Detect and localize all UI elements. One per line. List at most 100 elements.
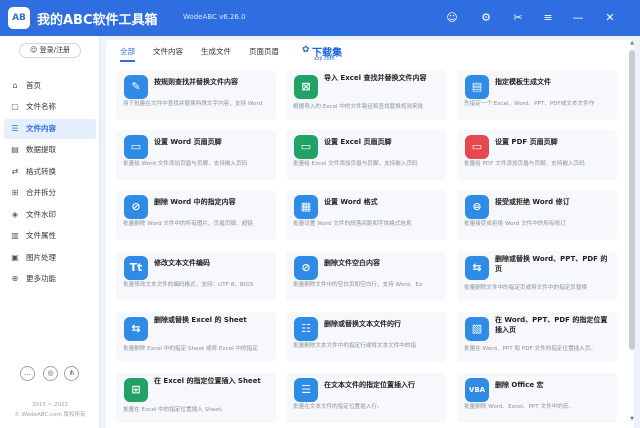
- sidebar-item-label: 图片处理: [26, 252, 56, 262]
- tool-card[interactable]: ⊠ 导入 Excel 查找并替换文件内容 根据导入的 Excel 中的文件路径和查找…: [286, 70, 446, 120]
- tool-card[interactable]: VBA 删除 Office 宏批量删除 Word、Excel、PPT 文件中的宏。: [457, 373, 617, 423]
- sidebar-item-file-attribute[interactable]: ▥ 文件属性: [4, 226, 96, 246]
- tool-card-description: 批量给 Excel 文件添加页眉与页脚，支持嵌入页码: [293, 161, 418, 167]
- text-line-replace-icon: ☷: [294, 317, 318, 341]
- scroll-up-arrow-icon[interactable]: ▲: [628, 40, 636, 48]
- scrollbar[interactable]: ▲ ▼: [628, 40, 636, 428]
- delete-macro-icon: VBA: [465, 378, 489, 402]
- tab-1[interactable]: 文件内容: [153, 40, 183, 64]
- tool-card-description: 批量修改文本文件的编码格式，支持：UTF-8、BIG5: [123, 282, 254, 288]
- tool-card-description: 批量删除文本文件中的指定行或将文本文件中的指: [293, 343, 417, 349]
- tool-card-description: 批量接受或拒绝 Word 文件中的所有修订: [464, 221, 566, 227]
- text-encoding-icon: Tt: [124, 256, 148, 280]
- file-name-icon: ▢: [11, 102, 19, 111]
- tool-card[interactable]: ▭ 设置 Excel 页眉页脚批量给 Excel 文件添加页眉与页脚，支持嵌入页码: [286, 130, 446, 180]
- tool-card[interactable]: ▧ 在 Word、PPT、PDF 的指定位置插入页 批量在 Word、PPT 和 P…: [457, 312, 617, 362]
- tool-card[interactable]: ⊜ 接受或拒绝 Word 修订 批量接受或拒绝 Word 文件中的所有修订: [457, 190, 617, 240]
- watermark-icon: ◈: [11, 209, 19, 219]
- sidebar-item-data-extract[interactable]: ▤ 数据提取: [4, 140, 96, 160]
- login-register-button[interactable]: ☺ 登录/注册: [19, 43, 81, 58]
- tool-card[interactable]: ☷ 删除或替换文本文件的行批量删除文本文件中的指定行或将文本文件中的指: [286, 312, 446, 362]
- tool-card-description: 批量在文本文件的指定位置插入行。: [293, 404, 383, 410]
- tool-card[interactable]: ▭ 设置 Word 页眉页脚 批量给 Word 文件添加页眉与页脚，支持嵌入页码: [116, 130, 276, 180]
- chat-icon[interactable]: …: [20, 366, 35, 381]
- tool-card-title: 删除 Word 中的指定内容: [154, 198, 236, 206]
- tool-card-title: 修改文本文件编码: [154, 259, 210, 267]
- tool-card-title: 接受或拒绝 Word 修订: [495, 198, 570, 206]
- sidebar-item-label: 首页: [26, 80, 41, 90]
- sidebar-item-image-process[interactable]: ▣ 图片处理: [4, 248, 96, 268]
- sidebar-item-label: 文件水印: [26, 209, 56, 219]
- tool-card-title: 删除或替换 Excel 的 Sheet: [154, 316, 247, 324]
- tool-card[interactable]: ⇆ 删除或替换 Excel 的 Sheet 批量删除 Excel 中的指定 Shee…: [116, 312, 276, 362]
- tab-bar: 全部 文件内容 生成文件 页面页眉: [106, 40, 634, 64]
- scroll-thumb[interactable]: [629, 50, 635, 350]
- excel-header-footer-icon: ▭: [294, 135, 318, 159]
- scissors-icon[interactable]: ✂: [510, 10, 526, 26]
- tool-card-description: 批量在 Word、PPT 和 PDF 文件的指定位置插入页。: [464, 346, 597, 352]
- insert-sheet-icon: ⊞: [124, 378, 148, 402]
- tool-card[interactable]: ⇆ 删除或替换 Word、PPT、PDF 的页 批量删除文件中的指定页或将文件中的指…: [457, 251, 617, 301]
- tab-3[interactable]: 页面页眉: [249, 40, 279, 64]
- tab-0[interactable]: 全部: [120, 40, 135, 64]
- tool-card[interactable]: Tt 修改文本文件编码批量修改文本文件的编码格式，支持：UTF-8、BIG5: [116, 251, 276, 301]
- sidebar-item-merge-split[interactable]: ⊞ 合并拆分: [4, 183, 96, 203]
- tool-card-description: 批量给 PDF 文件添加页眉与页脚，支持嵌入页码: [464, 161, 585, 167]
- sidebar-item-home[interactable]: ⌂ 首页: [4, 76, 96, 96]
- insert-line-icon: ☰: [294, 378, 318, 402]
- app-version: WodeABC v6.26.0: [183, 13, 246, 21]
- sidebar-item-label: 更多功能: [26, 274, 56, 283]
- settings-gear-icon[interactable]: ⚙: [478, 10, 494, 26]
- watermark-overlay: ✿ 下载集 xzji.com: [302, 43, 362, 63]
- login-label: 登录/注册: [39, 46, 70, 54]
- sidebar-nav: ⌂ 首页 ▢ 文件名称 ☰ 文件内容 ▤ 数据提取 ⇄ 格式转换 ⊞ 合并拆分 ◈ 文件水印 ▥ 文件属性 ▣ 图…: [0, 74, 100, 291]
- tab-2[interactable]: 生成文件: [201, 40, 231, 64]
- user-icon[interactable]: ☺: [444, 10, 460, 26]
- tool-card-title: 在文本文件的指定位置插入行: [324, 381, 415, 389]
- tool-card-title: 在 Word、PPT、PDF 的指定位置插入页: [495, 316, 608, 334]
- sidebar-item-label: 文件名称: [26, 102, 56, 111]
- tool-card-title: 在 Excel 的指定位置插入 Sheet: [154, 377, 261, 385]
- tool-card[interactable]: ⊘ 删除文件空白内容 批量删除文件中的空白页和空白行，支持 Word、Ex: [286, 251, 446, 301]
- title-bar: AB 我的ABC软件工具箱 WodeABC v6.26.0 ☺ ⚙ ✂ ≡ — ✕: [0, 0, 640, 36]
- tool-card-title: 设置 PDF 页眉页脚: [495, 138, 558, 146]
- template-generate-icon: ▤: [465, 75, 489, 99]
- scroll-down-arrow-icon[interactable]: ▼: [628, 416, 636, 424]
- sidebar-item-more-features[interactable]: ⊕ 更多功能: [4, 269, 96, 289]
- tool-card-title: 设置 Excel 页眉页脚: [324, 138, 392, 146]
- share-icon[interactable]: ⋔: [64, 366, 79, 381]
- word-header-footer-icon: ▭: [124, 135, 148, 159]
- sidebar-item-format-convert[interactable]: ⇄ 格式转换: [4, 162, 96, 182]
- tool-card[interactable]: ⊘ 删除 Word 中的指定内容 批量删除 Word 文件中的所有图片、页眉页脚、超…: [116, 190, 276, 240]
- watermark-sub-text: xzji.com: [314, 56, 335, 62]
- tool-card-title: 删除或替换文本文件的行: [324, 320, 401, 328]
- tool-card[interactable]: ⊞ 在 Excel 的指定位置插入 Sheet 批量在 Excel 中的指定位置插入…: [116, 373, 276, 423]
- close-icon[interactable]: ✕: [602, 10, 618, 26]
- sidebar-item-label: 格式转换: [26, 166, 56, 176]
- tool-card[interactable]: ▦ 设置 Word 格式 批量设置 Word 文件的段落间距和字体格式信息: [286, 190, 446, 240]
- tool-card-description: 批量设置 Word 文件的段落间距和字体格式信息: [293, 221, 412, 227]
- merge-split-icon: ⊞: [11, 188, 19, 197]
- menu-icon[interactable]: ≡: [540, 10, 556, 26]
- sidebar-item-file-name[interactable]: ▢ 文件名称: [4, 97, 96, 117]
- tool-card-description: 批量删除文件中的指定页或将文件中的指定页替换: [464, 285, 588, 291]
- app-logo-icon: AB: [8, 7, 30, 29]
- file-attribute-icon: ▥: [11, 231, 19, 240]
- app-title: 我的ABC软件工具箱: [37, 13, 158, 28]
- tool-card-title: 删除文件空白内容: [324, 259, 380, 267]
- minimize-icon[interactable]: —: [570, 10, 586, 26]
- tool-card[interactable]: ✎ 按规则查找并替换文件内容 用于批量在文件中查找并替换特殊文字内容，支持 Word: [116, 70, 276, 120]
- sidebar-item-label: 数据提取: [26, 145, 56, 154]
- tool-card[interactable]: ▤ 指定模板生成文件 先指定一个 Excel、Word、PPT、PDF或文本文件作: [457, 70, 617, 120]
- word-format-icon: ▦: [294, 195, 318, 219]
- tool-card-title: 指定模板生成文件: [495, 78, 551, 86]
- sidebar-item-file-content[interactable]: ☰ 文件内容: [4, 118, 96, 139]
- tool-card-title: 导入 Excel 查找并替换文件内容: [324, 74, 427, 82]
- tool-card-title: 删除或替换 Word、PPT、PDF 的页: [495, 255, 608, 273]
- tool-card[interactable]: ☰ 在文本文件的指定位置插入行批量在文本文件的指定位置插入行。: [286, 373, 446, 423]
- sidebar-item-watermark[interactable]: ◈ 文件水印: [4, 205, 96, 225]
- tool-card-description: 用于批量在文件中查找并替换特殊文字内容，支持 Word: [123, 101, 263, 107]
- support-icon[interactable]: ◎: [43, 366, 58, 381]
- tool-card-description: 根据导入的 Excel 中的文件路径和查找替换规则来批: [293, 104, 424, 110]
- tool-card[interactable]: ▭ 设置 PDF 页眉页脚 批量给 PDF 文件添加页眉与页脚，支持嵌入页码: [457, 130, 617, 180]
